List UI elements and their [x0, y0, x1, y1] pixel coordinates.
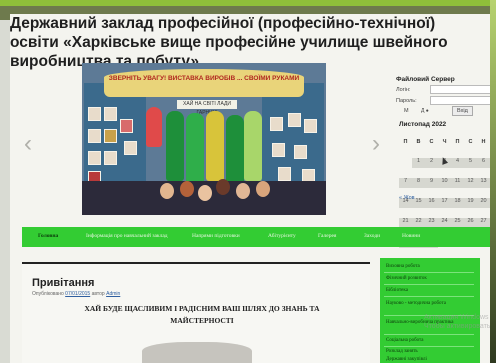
calendar-day[interactable]: 17 [438, 198, 451, 208]
weekday: Н [481, 139, 486, 145]
calendar-day[interactable]: 13 [477, 178, 490, 188]
weekday: С [468, 139, 473, 145]
login-input[interactable] [430, 85, 496, 94]
post-title[interactable]: Привітання [32, 277, 94, 289]
calendar-day[interactable]: 8 [412, 178, 425, 188]
chevron-left-icon[interactable]: ‹ [24, 132, 32, 156]
slider-banner: ЗВЕРНІТЬ УВАГУ! ВИСТАВКА ВИРОБІВ ... СВО… [104, 69, 304, 97]
calendar-day[interactable]: 1 [412, 158, 425, 168]
weekday: С [429, 139, 434, 145]
calendar-day[interactable]: 7 [399, 178, 412, 188]
weekday: Ч [442, 139, 447, 145]
main-content: Привітання Опубліковано 07/01/2015 автор… [22, 262, 370, 363]
screen: Державний заклад професійної (професійно… [0, 0, 496, 363]
login-widget-title: Файловий Сервер [396, 76, 455, 83]
sidebar-item-social[interactable]: Соціальна робота [386, 338, 424, 343]
password-label: Пароль: [396, 98, 417, 104]
calendar-day[interactable]: 20 [477, 198, 490, 208]
nav-item-about[interactable]: Інформація про навчальний заклад [86, 233, 168, 239]
post-headline: ХАЙ БУДЕ ЩАСЛИВИМ І РАДІСНИМ ВАШ ШЛЯХ ДО… [84, 304, 320, 325]
weekday: П [403, 139, 408, 145]
weekday: П [455, 139, 460, 145]
nav-item-applicants[interactable]: Абітурієнту [268, 233, 296, 239]
calendar-title: Листопад 2022 [399, 121, 447, 128]
sidebar-menu: Виховна робота Фізичний розвиток Бібліот… [380, 258, 480, 363]
slider-sign: ХАЙ НА СВІТІ ЛАДИ ГАРНИХ! [177, 100, 237, 116]
calendar-day[interactable]: 19 [464, 198, 477, 208]
sidebar-item-methodology[interactable]: Науково - методична робота [386, 300, 466, 308]
calendar-day[interactable]: 11 [451, 178, 464, 188]
nav-item-home[interactable]: Головна [38, 233, 58, 239]
nav-item-events[interactable]: Заходи [364, 233, 380, 239]
windows-activation-watermark: Активация Windows Чтобы активировать [424, 314, 491, 330]
image-slider[interactable]: ЗВЕРНІТЬ УВАГУ! ВИСТАВКА ВИРОБІВ ... СВО… [82, 63, 326, 215]
nav-item-gallery[interactable]: Галерея [318, 233, 336, 239]
calendar-day[interactable]: 10 [438, 178, 451, 188]
calendar-day[interactable]: 6 [477, 158, 490, 168]
password-input[interactable] [430, 96, 496, 105]
calendar-day[interactable]: 12 [464, 178, 477, 188]
post-date-link[interactable]: 07/01/2015 [65, 291, 90, 297]
login-label: Логін: [396, 87, 411, 93]
sidebar-item-procurement[interactable]: Державні закупівлі [386, 357, 427, 362]
nav-item-programs[interactable]: Напрями підготовки [192, 233, 240, 239]
calendar-day [399, 152, 412, 162]
calendar-day[interactable]: 18 [451, 198, 464, 208]
main-nav: Головна Інформація про навчальний заклад… [22, 227, 496, 247]
chevron-right-icon[interactable]: › [372, 132, 380, 156]
remember-checkbox[interactable]: М [404, 108, 409, 114]
post-portrait-image [142, 342, 252, 363]
sidebar-item-upbringing[interactable]: Виховна робота [386, 264, 420, 269]
weekday: В [416, 139, 421, 145]
login-submit-button[interactable]: Вхід [452, 106, 473, 116]
calendar-day[interactable]: 16 [425, 198, 438, 208]
sidebar-item-schedule[interactable]: Розклад занять [386, 349, 418, 354]
calendar-day[interactable]: 9 [425, 178, 438, 188]
sidebar-item-sport[interactable]: Фізичний розвиток [386, 276, 427, 281]
nav-item-news[interactable]: Новини [402, 233, 420, 239]
sidebar-item-library[interactable]: Бібліотека [386, 288, 408, 293]
calendar-prev-link[interactable]: « Жов [399, 195, 415, 201]
post-author-link[interactable]: Admin [106, 291, 120, 297]
monitor-bezel [490, 0, 496, 363]
calendar-day[interactable]: 5 [464, 158, 477, 168]
calendar-day[interactable]: 2 [425, 158, 438, 168]
calendar-day[interactable]: 4 [451, 158, 464, 168]
post-meta: Опубліковано 07/01/2015 автор Admin [32, 291, 121, 297]
